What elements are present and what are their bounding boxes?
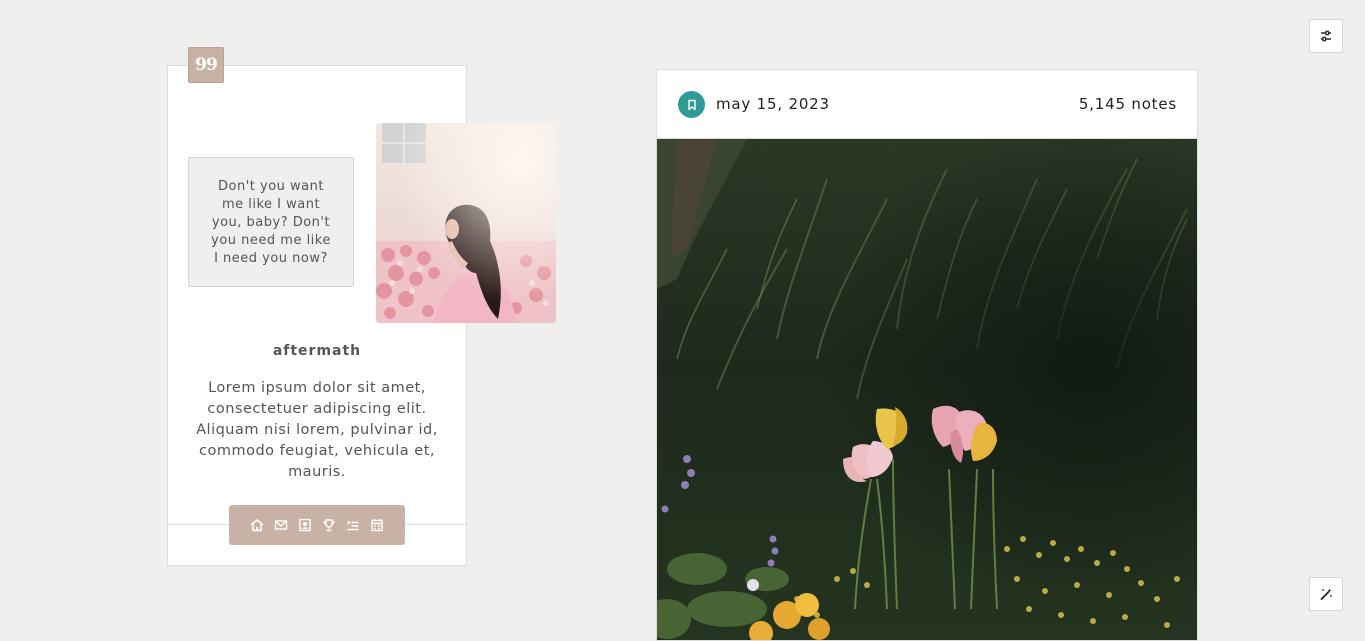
bookmark-badge[interactable] xyxy=(678,91,705,118)
sidebar-portrait-image xyxy=(376,123,556,323)
post-card: may 15, 2023 5,145 notes xyxy=(656,69,1198,641)
sidebar-nav xyxy=(229,505,405,545)
post-header: may 15, 2023 5,145 notes xyxy=(657,70,1197,139)
trophy-icon[interactable] xyxy=(322,518,336,532)
blog-title: aftermath xyxy=(272,343,362,359)
blog-description: Lorem ipsum dolor sit amet, consectetuer… xyxy=(196,380,438,480)
quote-badge: 99 xyxy=(188,47,224,83)
quote-box: Don't you want me like I want you, baby?… xyxy=(188,157,354,287)
list-icon[interactable] xyxy=(346,518,360,532)
post-notes-count[interactable]: 5,145 notes xyxy=(1079,95,1177,113)
quote-icon: 99 xyxy=(195,55,218,75)
home-icon[interactable] xyxy=(250,518,264,532)
customize-button[interactable] xyxy=(1309,19,1343,53)
magic-wand-icon xyxy=(1320,588,1332,600)
post-photo xyxy=(657,139,1197,640)
mail-icon[interactable] xyxy=(274,518,288,532)
calendar-icon[interactable] xyxy=(370,518,384,532)
theme-editor-button[interactable] xyxy=(1309,577,1343,611)
quote-text: Don't you want me like I want you, baby?… xyxy=(211,179,331,266)
sliders-icon xyxy=(1321,30,1331,42)
bookmark-icon xyxy=(687,99,696,110)
portrait-icon[interactable] xyxy=(298,518,312,532)
post-date[interactable]: may 15, 2023 xyxy=(716,95,830,113)
